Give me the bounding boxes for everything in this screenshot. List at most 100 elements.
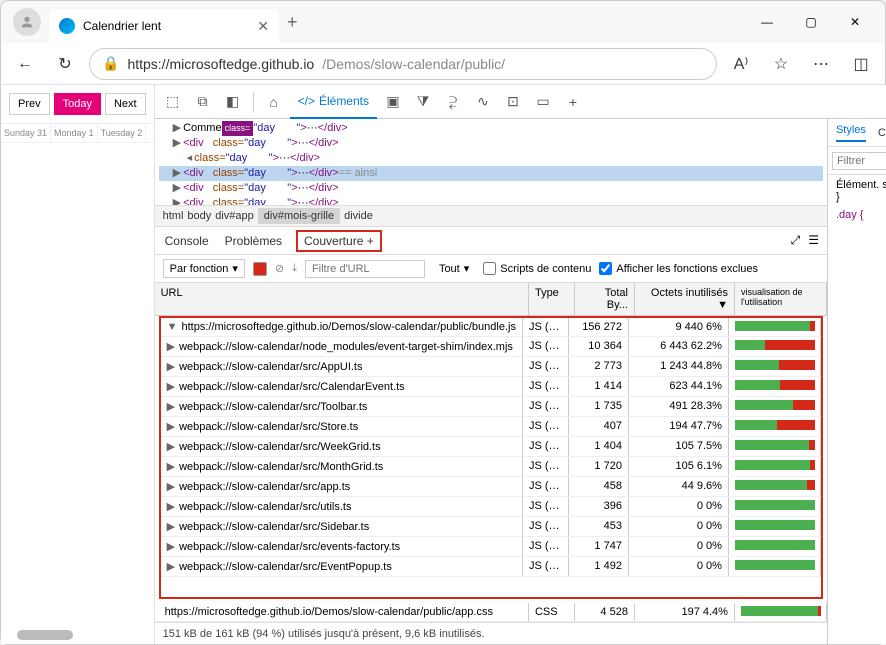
- col-type[interactable]: Type: [529, 283, 575, 315]
- tab-title: Calendrier lent: [83, 19, 161, 33]
- elements-tab[interactable]: </>Éléments: [290, 85, 377, 119]
- styles-filter-input[interactable]: [832, 152, 886, 170]
- read-aloud-button[interactable]: A⁾: [725, 48, 757, 80]
- content-area: Prev Today Next Sunday 31Monday 1Tuesday…: [1, 85, 885, 644]
- coverage-status: 151 kB de 161 kB (94 %) utilisés jusqu'à…: [155, 622, 827, 644]
- drawer-tabs: Console Problèmes Couverture + ⤢ ☰: [155, 227, 827, 255]
- memory-icon[interactable]: ⊡: [499, 88, 527, 116]
- inspect-icon[interactable]: ⬚: [159, 88, 187, 116]
- url-domain: https://microsoftedge.github.io: [127, 56, 314, 72]
- url-input[interactable]: 🔒 https://microsoftedge.github.io/Demos/…: [89, 48, 717, 80]
- new-tab-button[interactable]: +: [287, 12, 298, 33]
- coverage-row[interactable]: ▶webpack://slow-calendar/src/AppUI.tsJS …: [161, 357, 821, 377]
- back-button[interactable]: ←: [9, 48, 41, 80]
- devtools: ⬚ ⧉ ◧ ⌂ </>Éléments ▣ ⧩ ⥻ ∿ ⊡ ▭ + ⋯ ? ✕: [155, 85, 886, 644]
- url-path: /Demos/slow-calendar/public/: [322, 56, 505, 72]
- styles-body[interactable]: Élément. style { } app.css:114 .day {: [828, 175, 886, 225]
- coverage-row[interactable]: ▶webpack://slow-calendar/src/app.tsJS (p…: [161, 477, 821, 497]
- sources-icon[interactable]: ⧩: [409, 88, 437, 116]
- coverage-row[interactable]: ▶webpack://slow-calendar/src/EventPopup.…: [161, 557, 821, 577]
- browser-tab[interactable]: Calendrier lent ✕: [49, 9, 279, 43]
- export-button[interactable]: ⤓: [292, 262, 297, 275]
- coverage-row[interactable]: https://microsoftedge.github.io/Demos/sl…: [155, 603, 827, 622]
- coverage-row[interactable]: ▼https://microsoftedge.github.io/Demos/s…: [161, 318, 821, 337]
- coverage-row[interactable]: ▶webpack://slow-calendar/src/events-fact…: [161, 537, 821, 557]
- coverage-table: ▼https://microsoftedge.github.io/Demos/s…: [159, 316, 823, 599]
- breadcrumb-item[interactable]: div#app: [215, 210, 254, 222]
- coverage-row[interactable]: ▶webpack://slow-calendar/src/utils.tsJS …: [161, 497, 821, 517]
- device-toggle-icon[interactable]: ⧉: [189, 88, 217, 116]
- devtools-tabs: ⬚ ⧉ ◧ ⌂ </>Éléments ▣ ⧩ ⥻ ∿ ⊡ ▭ + ⋯ ? ✕: [155, 85, 886, 119]
- col-unused[interactable]: Octets inutilisés ▼: [635, 283, 735, 315]
- refresh-button[interactable]: ↻: [49, 48, 81, 80]
- drawer-expand-icon[interactable]: ⤢: [791, 233, 801, 248]
- clear-button[interactable]: ⊘: [275, 262, 284, 275]
- styles-tab-styles[interactable]: Styles: [836, 124, 866, 142]
- styles-tab-computed[interactable]: Calculé: [878, 127, 886, 139]
- prev-button[interactable]: Prev: [9, 93, 50, 115]
- page-content: Prev Today Next Sunday 31Monday 1Tuesday…: [1, 85, 155, 644]
- welcome-icon[interactable]: ⌂: [260, 88, 288, 116]
- split-button[interactable]: ◫: [845, 48, 877, 80]
- url-filter-input[interactable]: [305, 260, 425, 278]
- weekday-tab[interactable]: Tuesday 2: [98, 124, 147, 142]
- devtools-main: ▶Comme class= "day ">···</div>▶<div clas…: [155, 119, 827, 644]
- show-excluded-checkbox[interactable]: Afficher les fonctions exclues: [599, 262, 758, 275]
- breadcrumb-item[interactable]: div#mois-grille: [258, 208, 340, 224]
- browser-window: Calendrier lent ✕ + — ▢ ✕ ← ↻ 🔒 https://…: [0, 0, 886, 645]
- coverage-row[interactable]: ▶webpack://slow-calendar/node_modules/ev…: [161, 337, 821, 357]
- col-url[interactable]: URL: [155, 283, 529, 315]
- horizontal-scrollbar[interactable]: [17, 630, 73, 640]
- drawer-dock-icon[interactable]: ☰: [808, 233, 819, 248]
- breadcrumb-item[interactable]: html: [163, 210, 184, 222]
- today-button[interactable]: Today: [54, 93, 101, 115]
- coverage-row[interactable]: ▶webpack://slow-calendar/src/Sidebar.tsJ…: [161, 517, 821, 537]
- lock-icon: 🔒: [102, 55, 119, 72]
- close-button[interactable]: ✕: [841, 8, 869, 36]
- window-controls: — ▢ ✕: [741, 8, 881, 36]
- weekday-tab[interactable]: Sunday 31: [1, 124, 51, 142]
- coverage-row[interactable]: ▶webpack://slow-calendar/src/WeekGrid.ts…: [161, 437, 821, 457]
- breadcrumb-item[interactable]: body: [187, 210, 211, 222]
- element-style-close: }: [836, 191, 886, 203]
- col-total[interactable]: Total By...: [575, 283, 635, 315]
- profile-icon[interactable]: [13, 8, 41, 36]
- minimize-button[interactable]: —: [753, 8, 781, 36]
- drawer-console-tab[interactable]: Console: [163, 230, 211, 252]
- performance-icon[interactable]: ∿: [469, 88, 497, 116]
- favorite-button[interactable]: ☆: [765, 48, 797, 80]
- network-icon[interactable]: ⥻: [439, 88, 467, 116]
- content-scripts-checkbox[interactable]: Scripts de contenu: [483, 262, 591, 275]
- application-icon[interactable]: ▭: [529, 88, 557, 116]
- menu-button[interactable]: ⋯: [805, 48, 837, 80]
- record-button[interactable]: [253, 262, 267, 276]
- close-tab-icon[interactable]: ✕: [257, 18, 269, 35]
- styles-panel: Styles Calculé Mise en page hob, classe …: [827, 119, 886, 644]
- coverage-row[interactable]: ▶webpack://slow-calendar/src/Store.tsJS …: [161, 417, 821, 437]
- address-bar: ← ↻ 🔒 https://microsoftedge.github.io/De…: [1, 43, 885, 85]
- console-icon[interactable]: ▣: [379, 88, 407, 116]
- titlebar: Calendrier lent ✕ + — ▢ ✕: [1, 1, 885, 43]
- per-function-dropdown[interactable]: Par fonction ▾: [163, 259, 245, 278]
- calendar-toolbar: Prev Today Next: [1, 85, 154, 123]
- element-style: Élément. style {: [836, 179, 886, 191]
- col-viz[interactable]: visualisation de l'utilisation: [735, 283, 827, 315]
- elements-breadcrumb: htmlbody div#app div#mois-grille divide: [155, 205, 827, 227]
- coverage-row[interactable]: ▶webpack://slow-calendar/src/Toolbar.tsJ…: [161, 397, 821, 417]
- coverage-row[interactable]: ▶webpack://slow-calendar/src/CalendarEve…: [161, 377, 821, 397]
- drawer-coverage-tab[interactable]: Couverture +: [296, 230, 382, 252]
- breadcrumb-item[interactable]: divide: [344, 210, 373, 222]
- edge-favicon: [59, 18, 75, 34]
- weekday-tab[interactable]: Monday 1: [51, 124, 98, 142]
- styles-filter: hob, classe + ⧉ ■: [828, 147, 886, 175]
- maximize-button[interactable]: ▢: [797, 8, 825, 36]
- css-selector: .day {: [836, 209, 864, 221]
- coverage-row[interactable]: ▶webpack://slow-calendar/src/MonthGrid.t…: [161, 457, 821, 477]
- more-tabs-icon[interactable]: +: [559, 88, 587, 116]
- next-button[interactable]: Next: [105, 93, 146, 115]
- elements-tree[interactable]: ▶Comme class= "day ">···</div>▶<div clas…: [155, 119, 827, 205]
- dock-icon[interactable]: ◧: [219, 88, 247, 116]
- all-dropdown[interactable]: Tout ▾: [433, 260, 475, 277]
- coverage-table-header: URL Type Total By... Octets inutilisés ▼…: [155, 283, 827, 316]
- drawer-problems-tab[interactable]: Problèmes: [223, 230, 284, 252]
